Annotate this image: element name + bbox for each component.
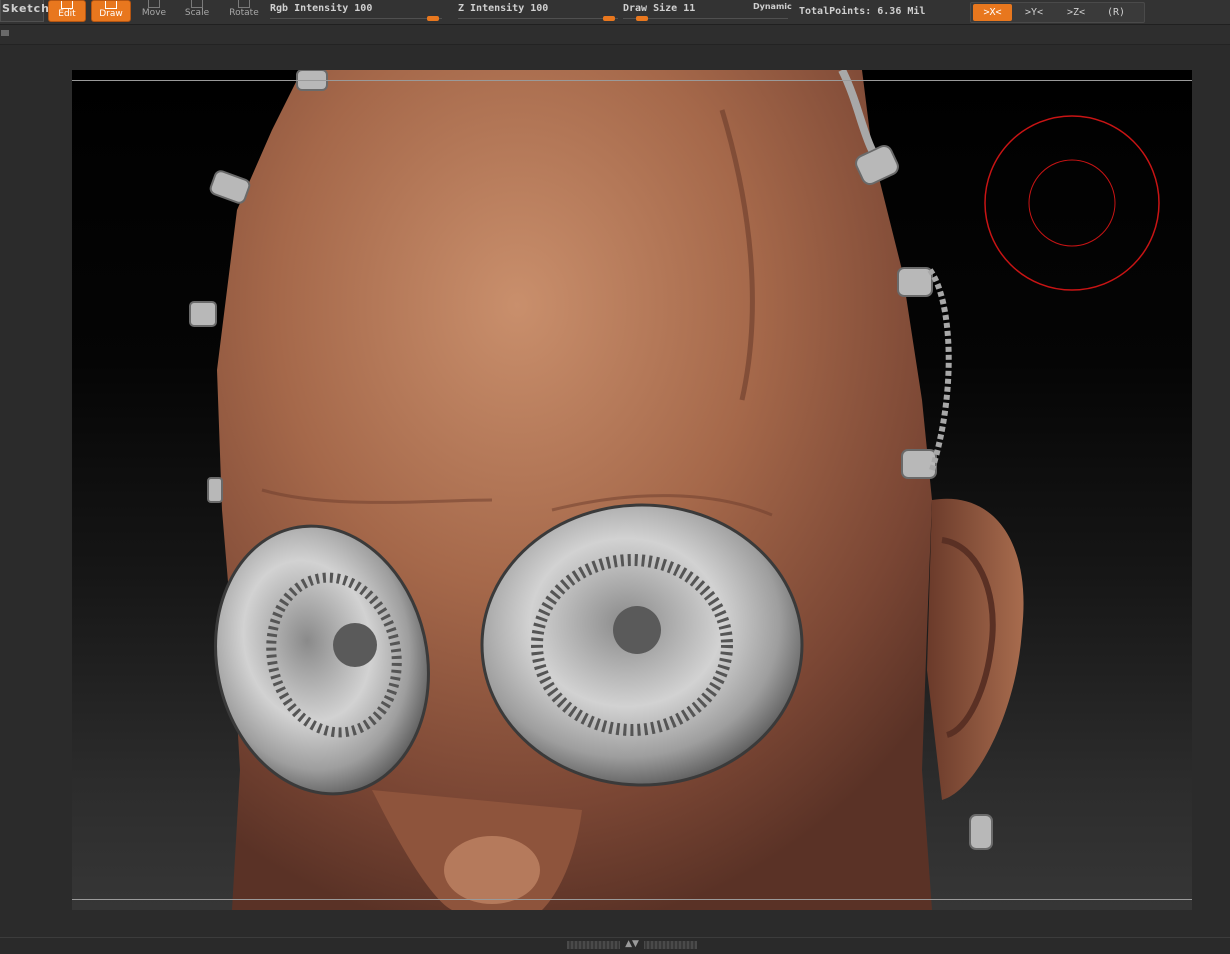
z-intensity-label: Z Intensity 100 (458, 3, 549, 14)
rgb-intensity-label: Rgb Intensity 100 (270, 3, 373, 14)
top-toolbar: Sketch Edit Draw Move Scale Rotate Rgb I… (0, 0, 1230, 25)
brush-cursor (984, 115, 1160, 291)
canvas-guide-top (72, 80, 1192, 81)
move-label: Move (141, 8, 167, 18)
tray-toggle-handle[interactable] (1, 30, 9, 36)
total-points-readout: TotalPoints: 6.36 Mil (799, 6, 926, 17)
right-mechanical-eye (480, 503, 804, 787)
move-icon (148, 0, 160, 8)
rgb-intensity-thumb[interactable] (427, 16, 439, 21)
document-canvas[interactable] (72, 70, 1192, 910)
rgb-intensity-track (270, 18, 442, 19)
canvas-guide-bottom (72, 899, 1192, 900)
expand-arrows-icon[interactable]: ▲▼ (620, 939, 644, 949)
edit-icon (61, 1, 73, 9)
draw-size-label: Draw Size 11 (623, 3, 696, 14)
edit-label: Edit (58, 9, 76, 19)
sketch-button[interactable]: Sketch (0, 0, 49, 22)
draw-size-thumb[interactable] (636, 16, 648, 21)
z-intensity-track (458, 18, 618, 19)
scale-icon (191, 0, 203, 8)
rgb-intensity-slider[interactable]: Rgb Intensity 100 (270, 0, 442, 24)
scale-label: Scale (184, 8, 210, 18)
rotate-icon (238, 0, 250, 8)
symmetry-z-button[interactable]: >Z< (1057, 4, 1095, 21)
rotate-label: Rotate (229, 8, 259, 18)
tray-gutter (0, 25, 1230, 45)
scale-button[interactable]: Scale (181, 0, 213, 22)
draw-button[interactable]: Draw (91, 0, 131, 22)
symmetry-y-button[interactable]: >Y< (1015, 4, 1053, 21)
rotate-button[interactable]: Rotate (226, 0, 262, 22)
edit-button[interactable]: Edit (48, 0, 86, 22)
z-intensity-thumb[interactable] (603, 16, 615, 21)
draw-label: Draw (99, 9, 123, 19)
symmetry-radial-button[interactable]: (R) (1099, 4, 1133, 21)
draw-icon (105, 1, 117, 9)
dynamic-toggle[interactable]: Dynamic (753, 2, 792, 11)
bottom-tray-bar: ▲▼ (0, 937, 1230, 954)
sculpt-viewport (189, 70, 1160, 910)
symmetry-x-button[interactable]: >X< (973, 4, 1012, 21)
move-button[interactable]: Move (137, 0, 171, 22)
z-intensity-slider[interactable]: Z Intensity 100 (458, 0, 618, 24)
symmetry-axis-group: >X< >Y< >Z< (R) (970, 2, 1145, 23)
